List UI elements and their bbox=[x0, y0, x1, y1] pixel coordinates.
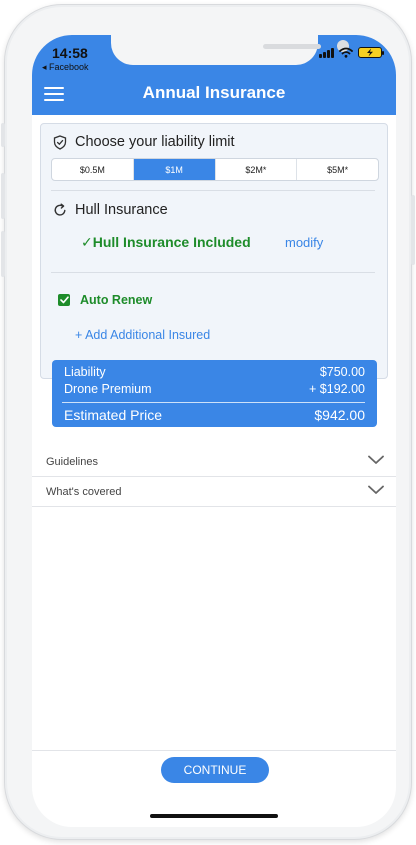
price-summary-panel: Liability $750.00 Drone Premium + $192.0… bbox=[52, 360, 377, 427]
shield-icon bbox=[53, 134, 67, 150]
modify-hull-link[interactable]: modify bbox=[285, 235, 323, 250]
power-button bbox=[411, 195, 415, 265]
price-divider bbox=[62, 402, 365, 403]
liability-limit-selector: $0.5M $1M $2M* $5M* bbox=[51, 158, 379, 181]
whats-covered-accordion[interactable]: What's covered bbox=[32, 477, 396, 507]
wifi-icon bbox=[339, 47, 353, 58]
refresh-icon bbox=[54, 203, 66, 216]
auto-renew-label[interactable]: Auto Renew bbox=[80, 293, 152, 307]
volume-up-button bbox=[1, 173, 5, 219]
liability-option-1m[interactable]: $1M bbox=[133, 159, 216, 180]
estimated-price-value: $942.00 bbox=[314, 407, 365, 423]
price-line-label: Drone Premium bbox=[64, 382, 152, 396]
coverage-card: Choose your liability limit $0.5M $1M $2… bbox=[40, 123, 388, 379]
price-line-value: + $192.00 bbox=[309, 382, 365, 396]
checkmark-icon bbox=[59, 296, 69, 304]
liability-heading: Choose your liability limit bbox=[53, 134, 235, 150]
accordion-label: Guidelines bbox=[46, 456, 98, 468]
mute-switch bbox=[1, 123, 5, 147]
app-screen: 14:58 ◂ Facebook Annual Insurance Choose… bbox=[32, 35, 396, 827]
speaker bbox=[263, 44, 321, 49]
home-indicator bbox=[150, 814, 278, 818]
auto-renew-checkbox[interactable] bbox=[58, 294, 70, 306]
cellular-signal-icon bbox=[319, 47, 334, 58]
footer-divider bbox=[32, 750, 396, 751]
continue-button[interactable]: CONTINUE bbox=[161, 757, 269, 783]
section-divider bbox=[51, 272, 375, 273]
hull-heading: Hull Insurance bbox=[53, 202, 168, 218]
add-additional-insured-link[interactable]: + Add Additional Insured bbox=[75, 328, 210, 342]
liability-option-5m[interactable]: $5M* bbox=[297, 159, 378, 180]
app-header: 14:58 ◂ Facebook Annual Insurance bbox=[32, 35, 396, 115]
phone-frame: 14:58 ◂ Facebook Annual Insurance Choose… bbox=[1, 4, 415, 840]
price-line-liability: Liability $750.00 bbox=[64, 365, 365, 379]
chevron-down-icon bbox=[368, 485, 384, 494]
liability-title: Choose your liability limit bbox=[75, 134, 235, 150]
estimated-price-label: Estimated Price bbox=[64, 407, 163, 423]
accordion-label: What's covered bbox=[46, 486, 122, 498]
price-line-value: $750.00 bbox=[319, 365, 365, 379]
status-time: 14:58 bbox=[52, 45, 88, 61]
chevron-down-icon bbox=[368, 455, 384, 464]
liability-option-2m[interactable]: $2M* bbox=[216, 159, 298, 180]
battery-charging-icon bbox=[358, 47, 384, 58]
section-divider bbox=[51, 190, 375, 191]
price-line-drone-premium: Drone Premium + $192.00 bbox=[64, 382, 365, 396]
status-icons bbox=[319, 47, 384, 58]
volume-down-button bbox=[1, 231, 5, 277]
hull-included-status: ✓Hull Insurance Included bbox=[81, 234, 251, 250]
hull-title: Hull Insurance bbox=[75, 202, 168, 218]
price-line-label: Liability bbox=[64, 365, 106, 379]
guidelines-accordion[interactable]: Guidelines bbox=[32, 447, 396, 477]
page-title: Annual Insurance bbox=[142, 83, 286, 102]
notch bbox=[111, 35, 349, 65]
back-to-app-link[interactable]: ◂ Facebook bbox=[42, 62, 89, 73]
estimated-price-row: Estimated Price $942.00 bbox=[64, 407, 365, 423]
liability-option-0-5m[interactable]: $0.5M bbox=[52, 159, 134, 180]
